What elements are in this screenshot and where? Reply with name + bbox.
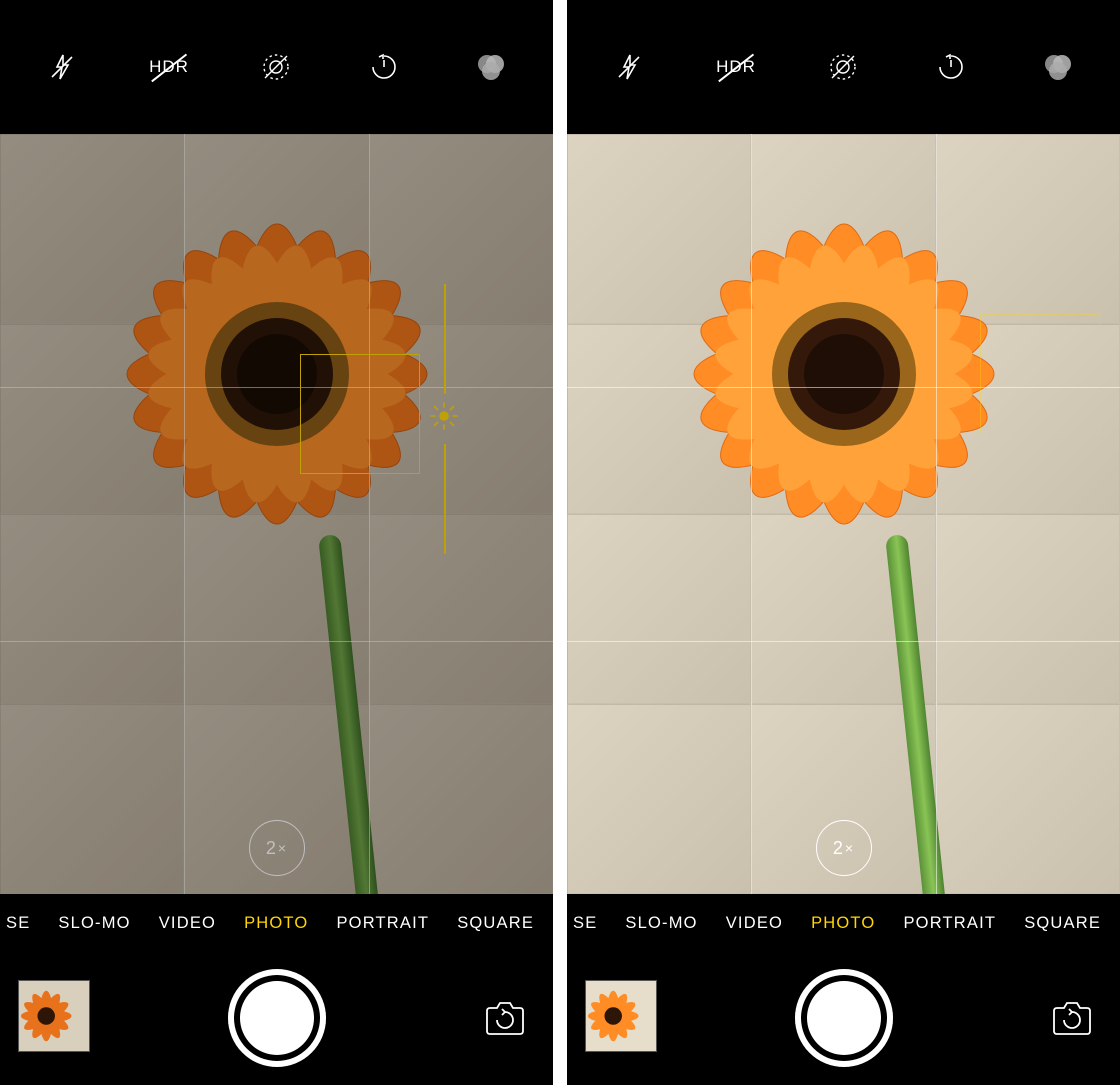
timer-icon[interactable] [931, 47, 971, 87]
flash-off-icon[interactable] [609, 47, 649, 87]
mode-slomo[interactable]: SLO-MO [625, 914, 697, 933]
mode-selector[interactable]: SE SLO-MO VIDEO PHOTO PORTRAIT SQUARE [0, 894, 553, 952]
focus-indicator[interactable] [300, 354, 420, 474]
mode-partial[interactable]: SE [573, 914, 597, 933]
mode-partial[interactable]: SE [6, 914, 30, 933]
sun-icon [430, 402, 458, 430]
mode-slomo[interactable]: SLO-MO [58, 914, 130, 933]
zoom-x: × [278, 840, 287, 856]
mode-portrait[interactable]: PORTRAIT [903, 914, 996, 933]
last-photo-thumbnail[interactable] [585, 980, 657, 1052]
last-photo-thumbnail[interactable] [18, 980, 90, 1052]
flip-camera-button[interactable] [479, 992, 531, 1044]
bottom-toolbar: SE SLO-MO VIDEO PHOTO PORTRAIT SQUARE [0, 894, 553, 1085]
zoom-value: 2 [266, 838, 277, 859]
mode-selector[interactable]: SE SLO-MO VIDEO PHOTO PORTRAIT SQUARE [567, 894, 1120, 952]
mode-video[interactable]: VIDEO [726, 914, 783, 933]
camera-screen-right: HDR [567, 0, 1120, 1085]
viewfinder[interactable]: 2× [0, 134, 553, 894]
zoom-value: 2 [833, 838, 844, 859]
flip-camera-button[interactable] [1046, 992, 1098, 1044]
viewfinder[interactable]: 2× [567, 134, 1120, 894]
zoom-toggle[interactable]: 2× [816, 820, 872, 876]
mode-square[interactable]: SQUARE [1024, 914, 1101, 933]
flash-off-icon[interactable] [42, 47, 82, 87]
bottom-toolbar: SE SLO-MO VIDEO PHOTO PORTRAIT SQUARE [567, 894, 1120, 1085]
mode-video[interactable]: VIDEO [159, 914, 216, 933]
timer-icon[interactable] [364, 47, 404, 87]
filters-icon[interactable] [1038, 47, 1078, 87]
exposure-slider[interactable] [430, 284, 458, 554]
mode-portrait[interactable]: PORTRAIT [336, 914, 429, 933]
top-toolbar: HDR [567, 0, 1120, 134]
mode-photo[interactable]: PHOTO [811, 914, 875, 933]
live-photo-off-icon[interactable] [823, 47, 863, 87]
focus-indicator-faded [980, 314, 1100, 434]
hdr-toggle[interactable]: HDR [149, 57, 189, 77]
hdr-toggle[interactable]: HDR [716, 57, 756, 77]
mode-photo[interactable]: PHOTO [244, 914, 308, 933]
zoom-x: × [845, 840, 854, 856]
shutter-button[interactable] [228, 969, 326, 1067]
shutter-button[interactable] [795, 969, 893, 1067]
camera-screen-left: HDR [0, 0, 553, 1085]
filters-icon[interactable] [471, 47, 511, 87]
top-toolbar: HDR [0, 0, 553, 134]
zoom-toggle[interactable]: 2× [249, 820, 305, 876]
mode-square[interactable]: SQUARE [457, 914, 534, 933]
live-photo-off-icon[interactable] [256, 47, 296, 87]
